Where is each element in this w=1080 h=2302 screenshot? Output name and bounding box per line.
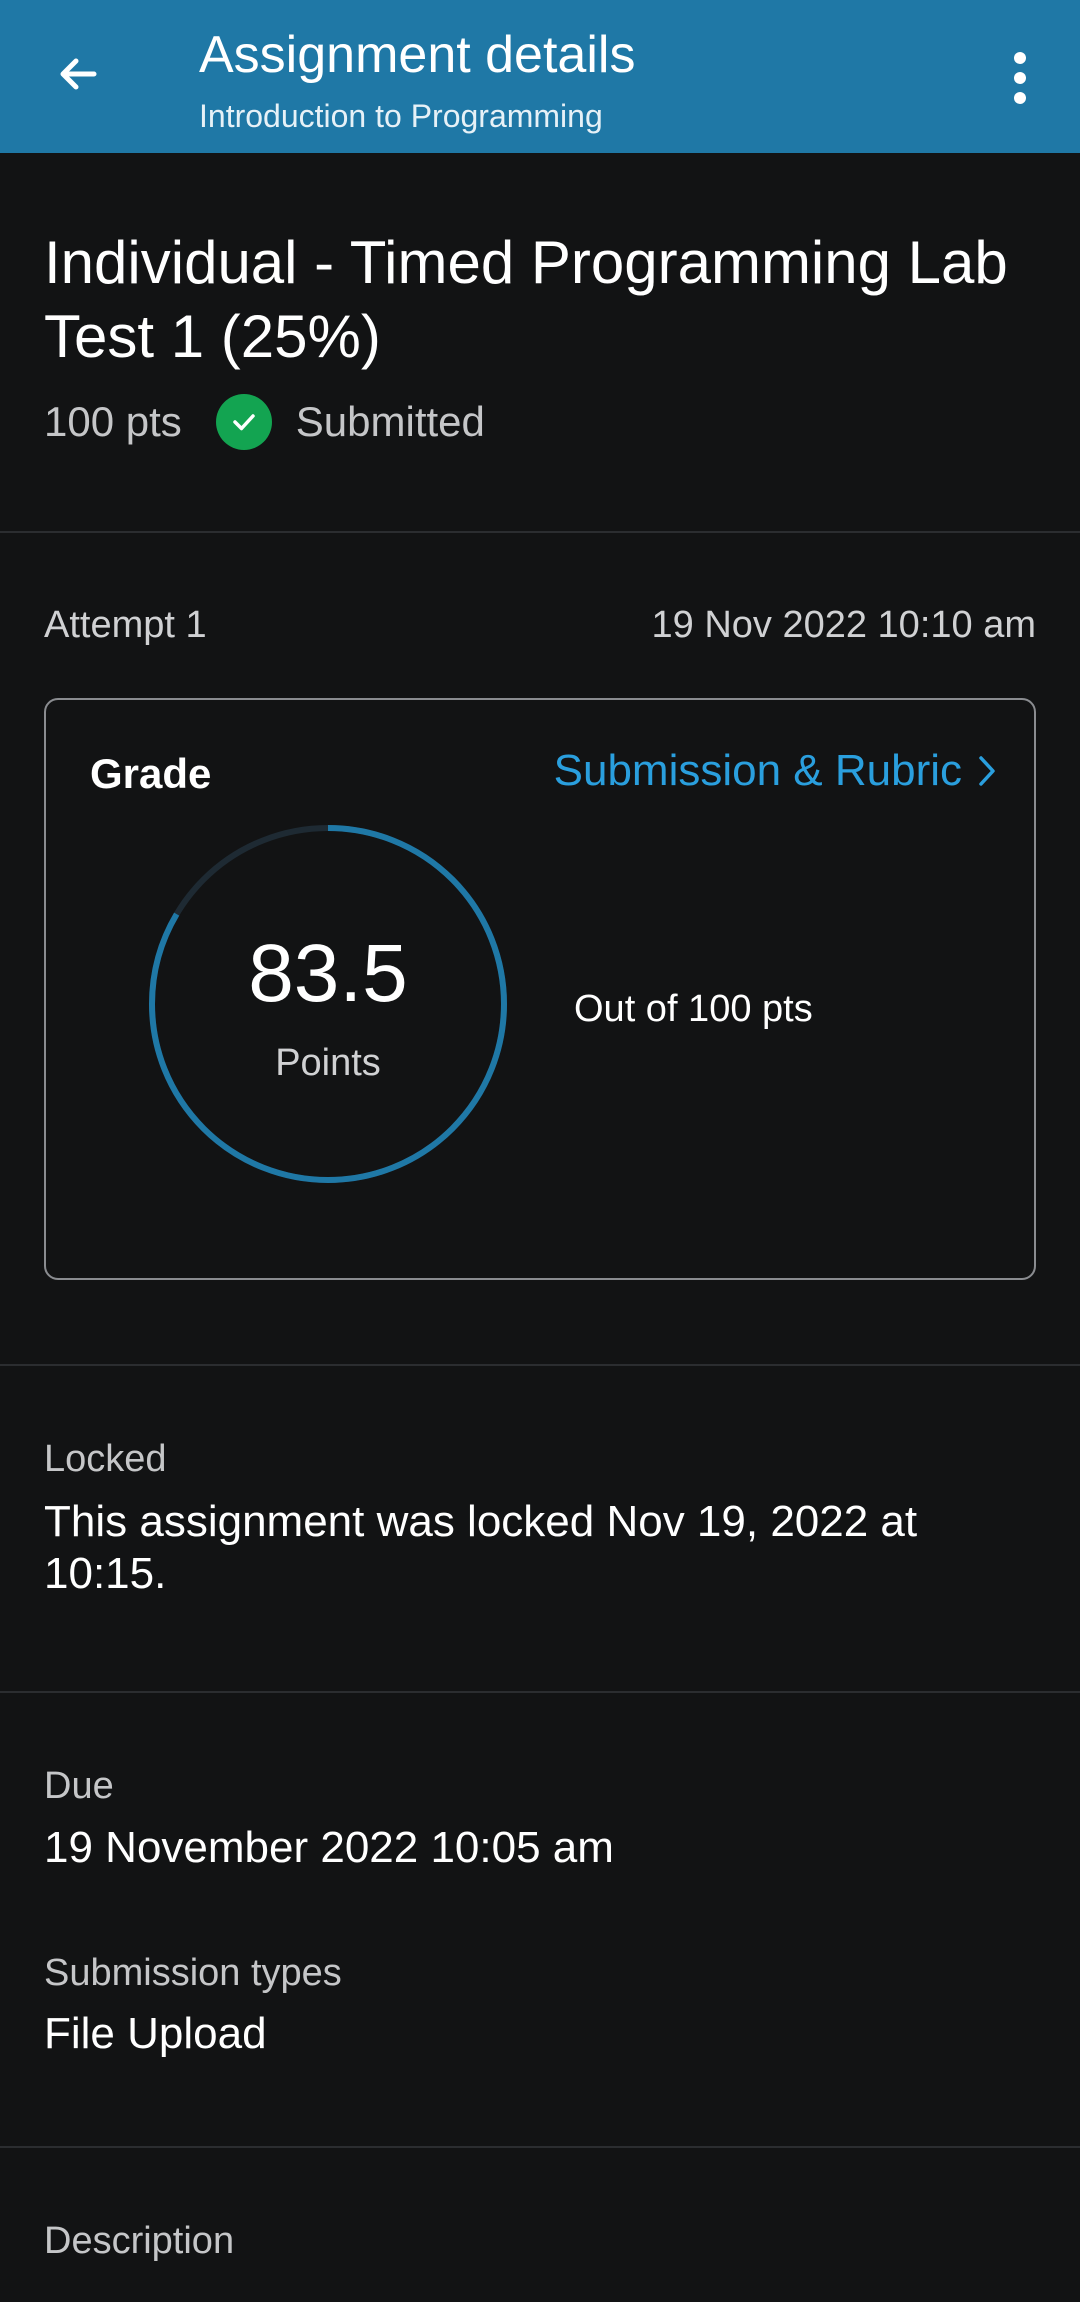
app-bar-subtitle: Introduction to Programming (199, 98, 603, 134)
assignment-meta: 100 pts Submitted (44, 392, 485, 452)
grade-out-of: Out of 100 pts (574, 988, 813, 1030)
due-date: 19 November 2022 10:05 am (44, 1823, 614, 1872)
assignment-title: Individual - Timed Programming Lab Test … (44, 229, 1008, 370)
locked-label: Locked (44, 1438, 167, 1480)
grade-score: 83.5 (248, 928, 408, 1019)
arrow-left-icon (60, 58, 97, 90)
back-button[interactable] (40, 36, 116, 112)
divider (0, 1691, 1080, 1693)
attempt-date: 19 Nov 2022 10:10 am (651, 604, 1037, 646)
description-label: Description (44, 2220, 235, 2262)
overflow-menu-button[interactable] (990, 40, 1050, 116)
due-label: Due (44, 1765, 114, 1807)
grade-score-unit: Points (275, 1042, 381, 1084)
more-vertical-icon (1014, 52, 1026, 104)
submission-rubric-label: Submission & Rubric (553, 746, 962, 795)
score-gauge: 83.5 Points (146, 822, 510, 1186)
check-circle-icon (215, 394, 272, 450)
grade-card: Grade Submission & Rubric 83.5 Points Ou… (44, 698, 1036, 1280)
assignment-points: 100 pts (44, 398, 182, 445)
submission-status: Submitted (295, 398, 485, 445)
submission-types-label: Submission types (44, 1952, 342, 1994)
divider (0, 2146, 1080, 2148)
submission-rubric-link[interactable]: Submission & Rubric (554, 746, 998, 796)
submission-types-value: File Upload (44, 2009, 267, 2058)
app-bar-title: Assignment details (199, 26, 636, 84)
chevron-right-icon (976, 753, 998, 789)
app-bar: Assignment details Introduction to Progr… (0, 0, 1080, 153)
divider (0, 1364, 1080, 1366)
grade-label: Grade (90, 750, 212, 797)
divider (0, 531, 1080, 533)
attempt-label[interactable]: Attempt 1 (44, 604, 207, 647)
locked-text: This assignment was locked Nov 19, 2022 … (44, 1497, 918, 1598)
